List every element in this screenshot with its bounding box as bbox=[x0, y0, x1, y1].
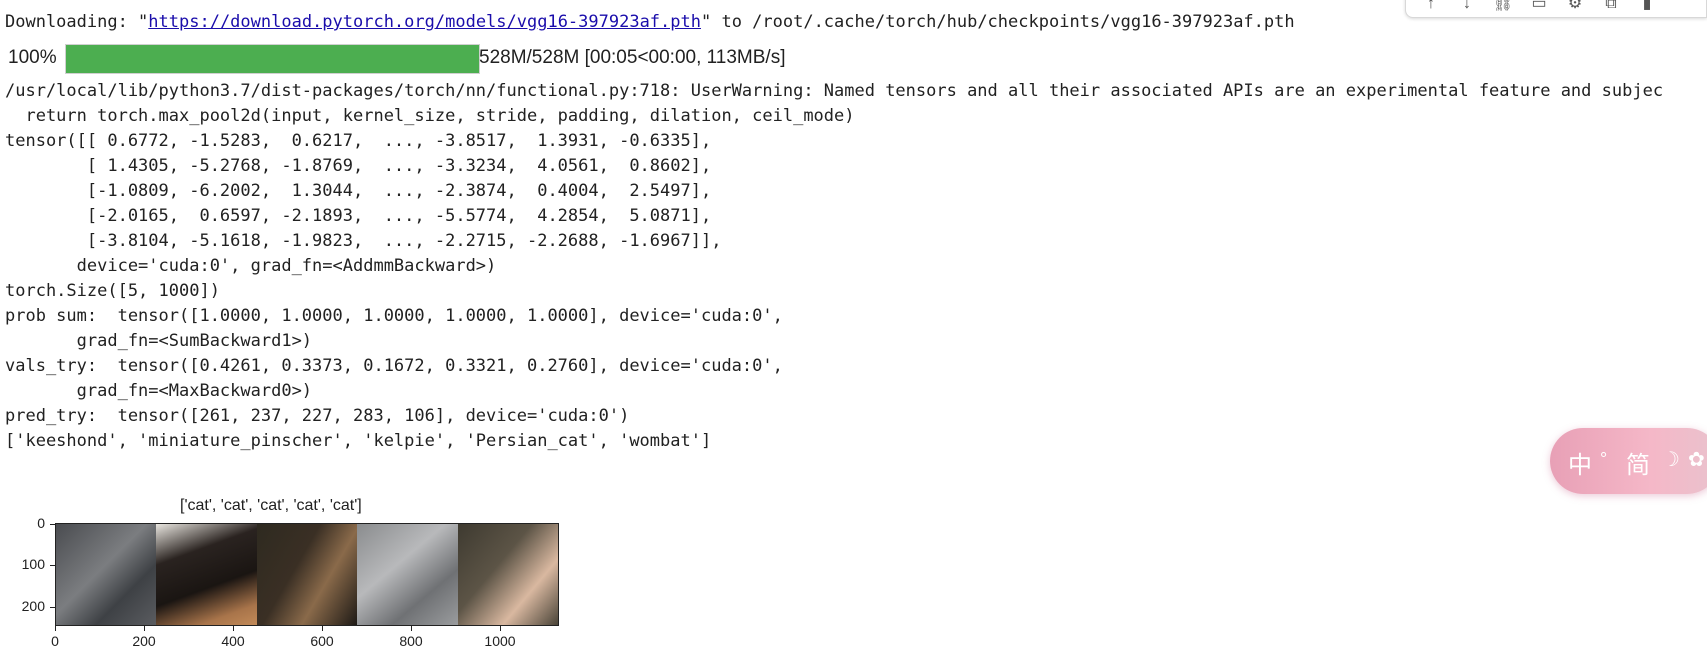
trash-icon[interactable]: ▮ bbox=[1636, 0, 1658, 13]
x-tick-label: 200 bbox=[132, 633, 156, 649]
output-line: [-2.0165, 0.6597, -2.1893, ..., -5.5774,… bbox=[5, 206, 712, 226]
progress-stats: 528M/528M [00:05<00:00, 113MB/s] bbox=[479, 47, 786, 68]
output-line: ['keeshond', 'miniature_pinscher', 'kelp… bbox=[5, 431, 712, 451]
copy-icon[interactable]: ⧉ bbox=[1600, 0, 1622, 13]
download-prefix: Downloading: " bbox=[5, 12, 149, 32]
cell-toolbar: ↑ ↓ ⛓ ▭ ⚙ ⧉ ▮ bbox=[1405, 0, 1707, 18]
output-line: [-1.0809, -6.2002, 1.3044, ..., -2.3874,… bbox=[5, 181, 712, 201]
image-grid-plot: ['cat', 'cat', 'cat', 'cat', 'cat'] 0 10… bbox=[0, 495, 559, 651]
progress-bar bbox=[65, 44, 480, 74]
x-tick-label: 600 bbox=[310, 633, 334, 649]
widget-chinese-char: 中 bbox=[1568, 452, 1592, 479]
plot-title: ['cat', 'cat', 'cat', 'cat', 'cat'] bbox=[180, 497, 362, 514]
output-line: grad_fn=<MaxBackward0>) bbox=[5, 381, 313, 401]
moon-icon: ☽ bbox=[1662, 449, 1680, 471]
output-line: pred_try: tensor([261, 237, 227, 283, 10… bbox=[5, 406, 630, 426]
x-tick-mark bbox=[233, 626, 234, 631]
x-tick-mark bbox=[411, 626, 412, 631]
warning-line: return torch.max_pool2d(input, kernel_si… bbox=[5, 106, 855, 126]
gear-icon: ✿ bbox=[1688, 449, 1705, 471]
output-line: prob sum: tensor([1.0000, 1.0000, 1.0000… bbox=[5, 306, 783, 326]
image-tile bbox=[156, 524, 257, 625]
output-line: device='cuda:0', grad_fn=<AddmmBackward>… bbox=[5, 256, 497, 276]
translate-widget[interactable]: 中 ° 简 ☽ ✿ bbox=[1550, 428, 1707, 494]
progress-bar-fill bbox=[66, 45, 479, 73]
output-line: tensor([[ 0.6772, -1.5283, 0.6217, ..., … bbox=[5, 131, 712, 151]
download-url-link[interactable]: https://download.pytorch.org/models/vgg1… bbox=[148, 12, 701, 32]
image-tile bbox=[56, 524, 157, 625]
comment-icon[interactable]: ▭ bbox=[1528, 0, 1550, 13]
output-line: vals_try: tensor([0.4261, 0.3373, 0.1672… bbox=[5, 356, 783, 376]
image-grid bbox=[55, 523, 559, 626]
image-tile bbox=[256, 524, 358, 625]
download-line: Downloading: "https://download.pytorch.o… bbox=[5, 9, 1295, 36]
link-icon[interactable]: ⛓ bbox=[1492, 0, 1514, 13]
output-line: [-3.8104, -5.1618, -1.9823, ..., -2.2715… bbox=[5, 231, 722, 251]
x-tick-label: 1000 bbox=[484, 633, 516, 649]
gear-icon[interactable]: ⚙ bbox=[1564, 0, 1586, 13]
x-tick-mark bbox=[55, 626, 56, 631]
output-line: grad_fn=<SumBackward1>) bbox=[5, 331, 313, 351]
output-line: torch.Size([5, 1000]) bbox=[5, 281, 220, 301]
x-tick-mark bbox=[144, 626, 145, 631]
x-tick-mark bbox=[500, 626, 501, 631]
widget-simplified-char: 简 bbox=[1626, 452, 1650, 479]
y-tick-label: 100 bbox=[21, 556, 45, 572]
arrow-up-icon[interactable]: ↑ bbox=[1420, 0, 1442, 13]
y-tick-label: 200 bbox=[21, 598, 45, 614]
widget-symbol: ° bbox=[1600, 449, 1608, 469]
progress-percent: 100% bbox=[8, 47, 57, 68]
image-tile bbox=[457, 524, 558, 625]
x-tick-label: 0 bbox=[51, 633, 59, 649]
arrow-down-icon[interactable]: ↓ bbox=[1456, 0, 1478, 13]
warning-line: /usr/local/lib/python3.7/dist-packages/t… bbox=[5, 81, 1664, 101]
image-tile bbox=[357, 524, 458, 625]
x-tick-label: 400 bbox=[221, 633, 245, 649]
x-tick-mark bbox=[322, 626, 323, 631]
x-tick-label: 800 bbox=[399, 633, 423, 649]
download-suffix: " to /root/.cache/torch/hub/checkpoints/… bbox=[700, 12, 1295, 32]
output-line: [ 1.4305, -5.2768, -1.8769, ..., -3.3234… bbox=[5, 156, 712, 176]
y-tick-label: 0 bbox=[37, 515, 45, 531]
